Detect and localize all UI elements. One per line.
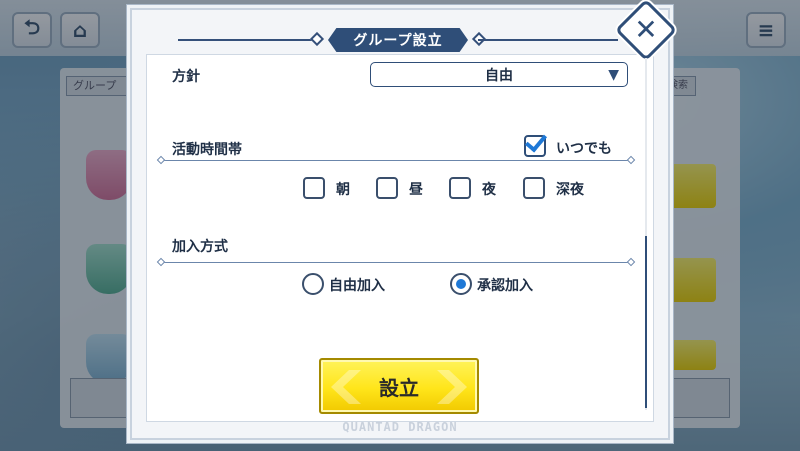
daytime-label: 昼 (409, 182, 423, 198)
policy-label: 方針 (172, 69, 200, 85)
create-group-button[interactable]: 設立 (319, 358, 479, 414)
create-group-button-label: 設立 (379, 375, 419, 400)
dialog-title-bar: グループ設立 (178, 28, 618, 52)
radio-selected-dot (456, 279, 466, 289)
title-ornament-diamond (309, 31, 325, 47)
late-night-label: 深夜 (556, 182, 584, 198)
activity-time-label: 活動時間帯 (172, 142, 242, 158)
scrollbar-thumb[interactable] (645, 236, 647, 408)
title-ornament-line (178, 39, 318, 41)
policy-select[interactable]: 自由 ▼ (370, 62, 628, 87)
daytime-checkbox[interactable] (376, 177, 398, 199)
policy-selected-value: 自由 (485, 67, 513, 84)
approval-join-radio[interactable] (450, 273, 472, 295)
late-night-checkbox[interactable] (523, 177, 545, 199)
section-divider (160, 160, 632, 161)
chevron-down-icon: ▼ (608, 67, 619, 83)
title-ornament-line (478, 39, 618, 41)
morning-label: 朝 (336, 182, 350, 198)
free-join-label: 自由加入 (329, 278, 385, 294)
night-label: 夜 (482, 182, 496, 198)
game-logo: QUANTAD DRAGON (342, 420, 458, 434)
anytime-label: いつでも (556, 141, 612, 157)
close-x-icon[interactable]: ✕ (624, 8, 668, 52)
morning-checkbox[interactable] (303, 177, 325, 199)
dialog-title: グループ設立 (328, 28, 468, 52)
free-join-radio[interactable] (302, 273, 324, 295)
chevron-left-decoration (331, 370, 361, 404)
section-divider (160, 262, 632, 263)
chevron-right-decoration (437, 370, 467, 404)
anytime-checkbox[interactable] (524, 129, 548, 157)
join-method-label: 加入方式 (172, 239, 228, 255)
approval-join-label: 承認加入 (477, 278, 533, 294)
night-checkbox[interactable] (449, 177, 471, 199)
